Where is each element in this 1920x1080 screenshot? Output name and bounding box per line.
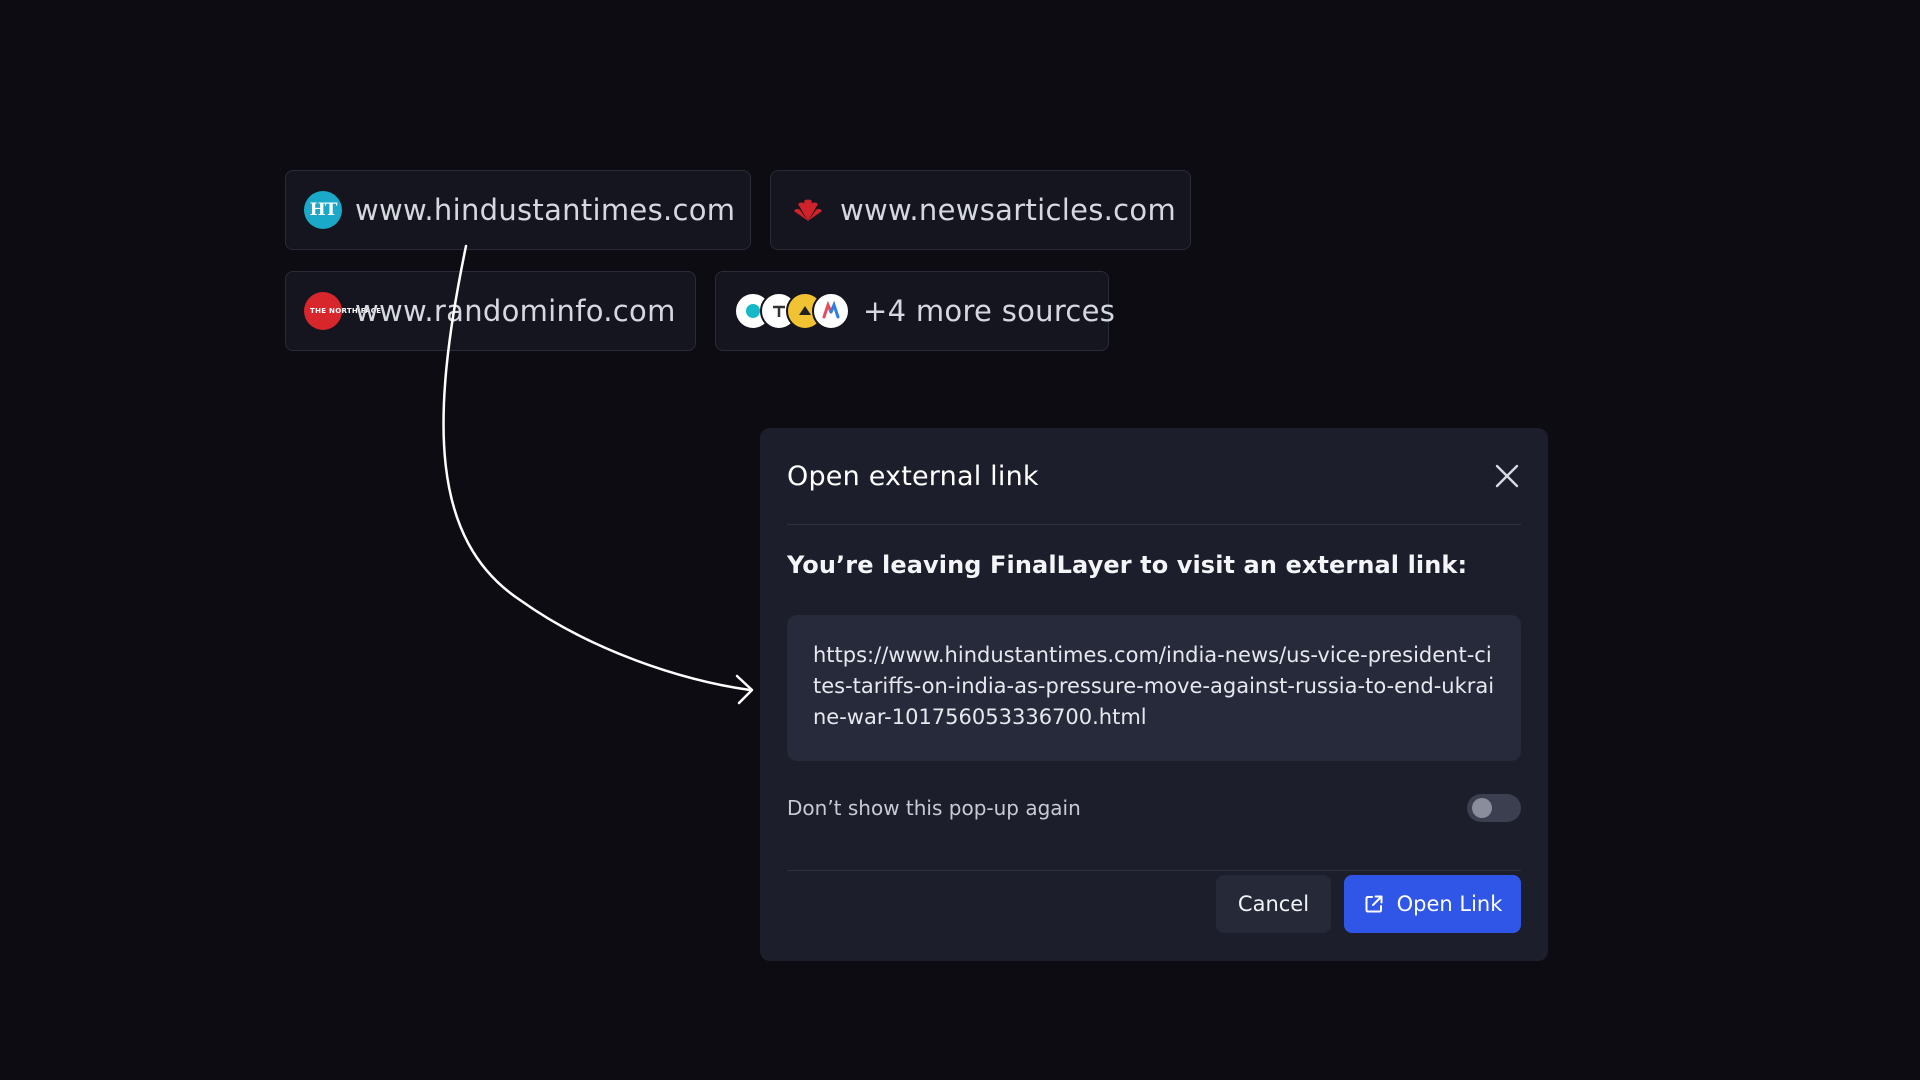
- external-link-icon: [1365, 895, 1383, 913]
- stage: HT www.hindustantimes.com www.newsarticl…: [0, 0, 1920, 1080]
- cancel-button[interactable]: Cancel: [1216, 875, 1331, 933]
- dialog-header: Open external link: [787, 428, 1521, 525]
- north-face-logo-text: THE NORTH FACE: [310, 306, 382, 315]
- source-chip-label: www.hindustantimes.com: [355, 193, 736, 227]
- external-url-text: https://www.hindustantimes.com/india-new…: [787, 615, 1521, 761]
- close-button[interactable]: [1487, 456, 1527, 496]
- hindustan-times-logo-icon: HT: [304, 191, 342, 229]
- north-face-logo-icon: THE NORTH FACE: [304, 292, 382, 330]
- dont-show-again-label: Don’t show this pop-up again: [787, 796, 1081, 820]
- cancel-button-label: Cancel: [1237, 892, 1310, 916]
- hindustan-times-logo-text: HT: [309, 200, 338, 220]
- source-chip-more-sources[interactable]: +4 more sources: [715, 271, 1115, 351]
- open-link-button[interactable]: Open Link: [1344, 875, 1521, 933]
- stacked-source-logos-icon: [734, 292, 850, 330]
- dialog-title: Open external link: [787, 460, 1039, 492]
- dialog-subtitle: You’re leaving FinalLayer to visit an ex…: [787, 551, 1468, 579]
- source-chip-label: www.newsarticles.com: [840, 193, 1176, 227]
- open-link-button-label: Open Link: [1396, 892, 1503, 916]
- toggle-knob: [1472, 798, 1492, 818]
- source-chip-randominfo[interactable]: THE NORTH FACE www.randominfo.com: [285, 271, 696, 351]
- huawei-logo-icon: [789, 191, 827, 229]
- source-logo-icon: [812, 292, 850, 330]
- dont-show-again-toggle[interactable]: [1467, 794, 1521, 822]
- source-chip-hindustantimes[interactable]: HT www.hindustantimes.com: [285, 170, 751, 250]
- source-chip-newsarticles[interactable]: www.newsarticles.com: [770, 170, 1191, 250]
- source-chip-label: www.randominfo.com: [355, 294, 676, 328]
- external-link-dialog: Open external link You’re leaving FinalL…: [760, 428, 1548, 961]
- dont-show-again-row: Don’t show this pop-up again: [787, 790, 1521, 871]
- source-chip-label: +4 more sources: [863, 294, 1116, 328]
- close-icon: [1495, 464, 1519, 488]
